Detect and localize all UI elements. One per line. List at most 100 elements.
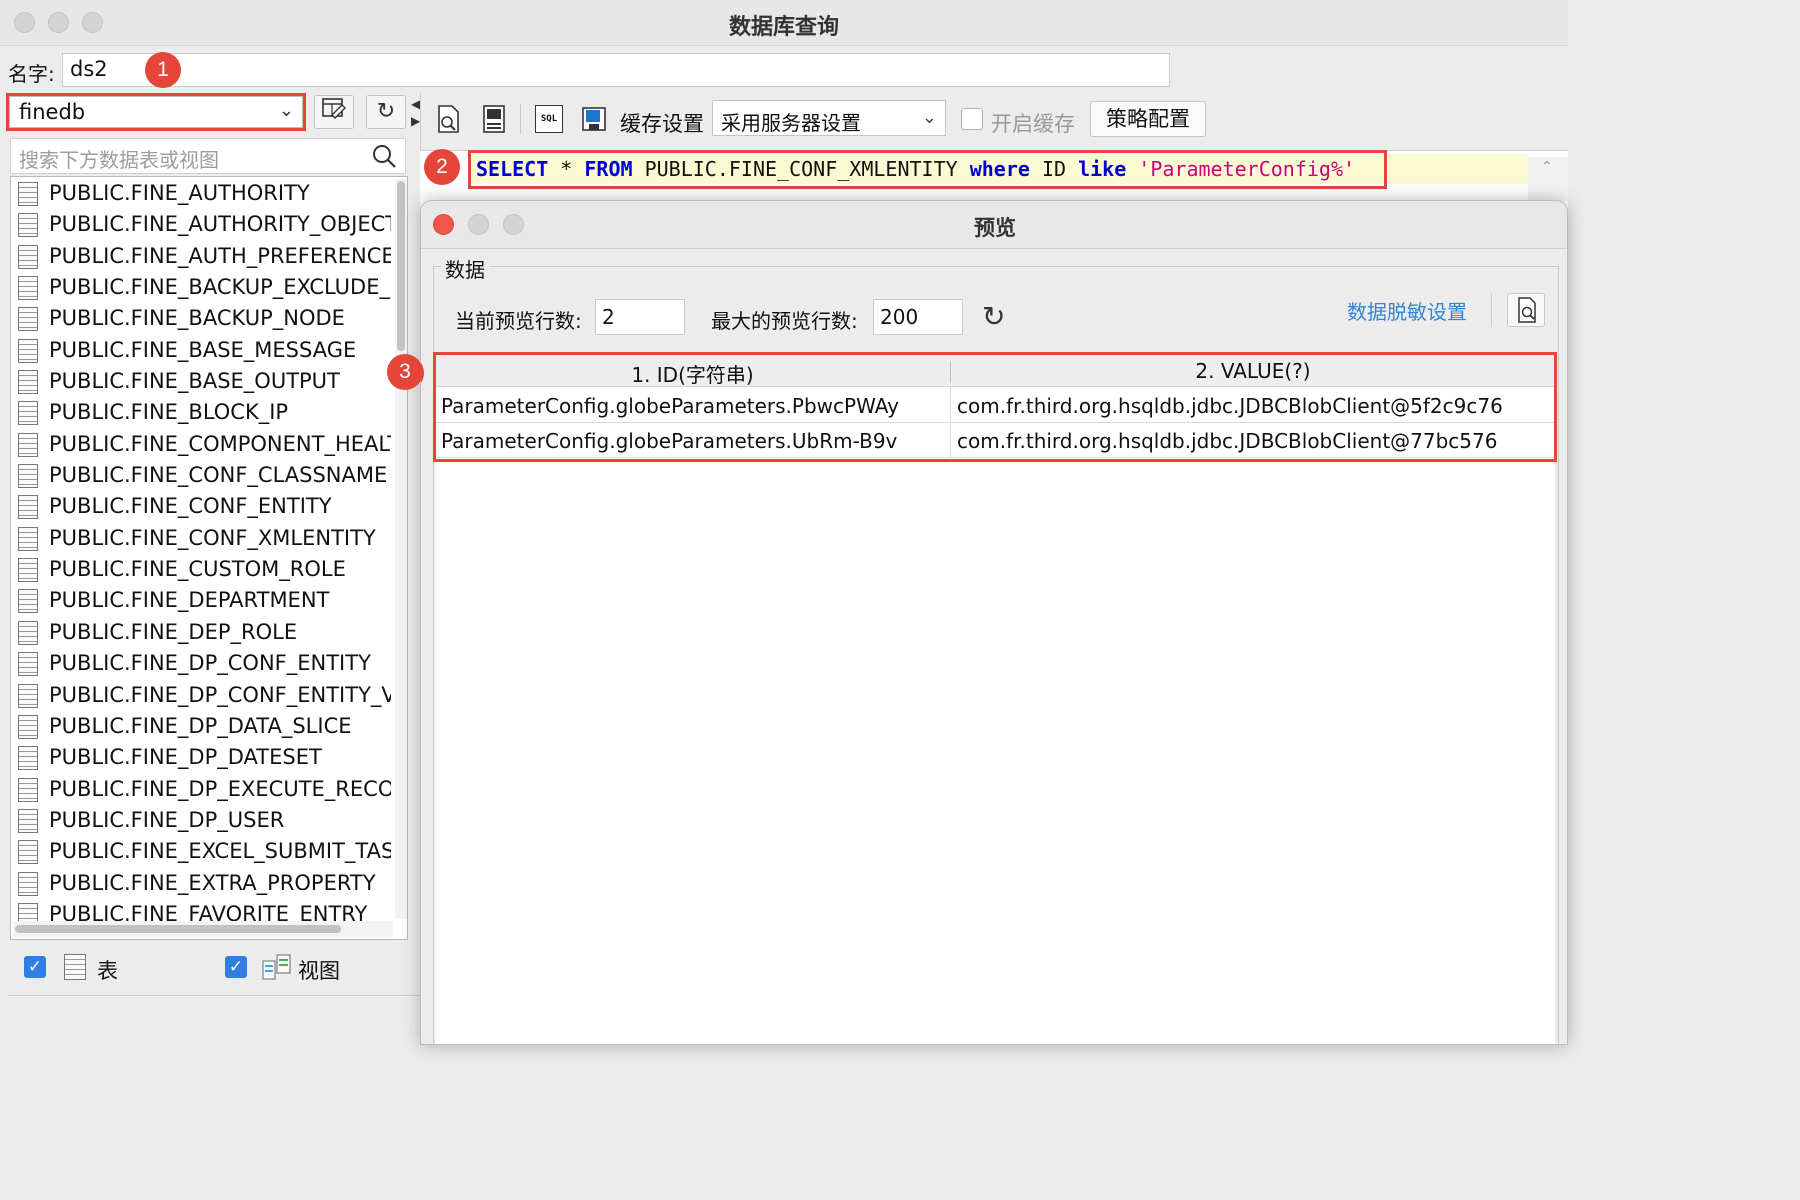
sql-editor-scrollbar[interactable]: ⌃ [1528, 157, 1568, 201]
enable-cache-checkbox[interactable] [961, 108, 983, 130]
table-name: PUBLIC.FINE_EXCEL_SUBMIT_TASK [49, 839, 391, 864]
table-icon [18, 840, 38, 865]
table-icon [18, 589, 38, 614]
table-name: PUBLIC.FINE_CUSTOM_ROLE [49, 557, 346, 582]
step-badge-1: 1 [145, 52, 181, 88]
table-icon [18, 683, 38, 708]
highlight-box-results [433, 352, 1557, 462]
table-list-item[interactable]: PUBLIC.FINE_AUTH_PREFERENCE [11, 240, 391, 271]
view-icon [262, 954, 291, 980]
current-rows-label: 当前预览行数: [455, 309, 582, 333]
preview-doc-icon [1518, 297, 1536, 323]
name-input[interactable]: ds2 [62, 53, 1170, 87]
table-list-hscrollbar[interactable] [13, 921, 393, 937]
table-name: PUBLIC.FINE_EXTRA_PROPERTY [49, 870, 376, 895]
table-list-vscrollbar[interactable] [395, 179, 407, 919]
vscroll-thumb[interactable] [397, 181, 405, 351]
table-icon [18, 871, 38, 896]
table-search-input[interactable]: 搜索下方数据表或视图 [10, 138, 406, 174]
table-icon [18, 432, 38, 457]
table-name: PUBLIC.FINE_DEPARTMENT [49, 588, 330, 613]
table-icon [18, 182, 38, 206]
table-list-item[interactable]: PUBLIC.FINE_BACKUP_EXCLUDE_ENTITY [11, 271, 391, 302]
window-title: 数据库查询 [728, 15, 839, 40]
sql-file-icon[interactable] [480, 104, 508, 134]
table-icon [18, 244, 38, 269]
table-list-item[interactable]: PUBLIC.FINE_EXCEL_SUBMIT_TASK [11, 835, 391, 866]
view-filter-checkbox[interactable]: ✓ [225, 956, 247, 978]
table-name: PUBLIC.FINE_CONF_XMLENTITY [49, 525, 376, 550]
table-list-item[interactable]: PUBLIC.FINE_CUSTOM_ROLE [11, 553, 391, 584]
table-list-item[interactable]: PUBLIC.FINE_BASE_MESSAGE [11, 334, 391, 365]
table-icon [18, 652, 38, 677]
preview-title: 预览 [974, 216, 1016, 240]
table-list-item[interactable]: PUBLIC.FINE_DEP_ROLE [11, 616, 391, 647]
table-icon [18, 526, 38, 551]
table-name: PUBLIC.FINE_CONF_ENTITY [49, 494, 332, 519]
table-list-item[interactable]: PUBLIC.FINE_EXTRA_PROPERTY [11, 867, 391, 898]
table-list-item[interactable]: PUBLIC.FINE_BLOCK_IP [11, 396, 391, 427]
table-list-item[interactable]: PUBLIC.FINE_CONF_CLASSNAME [11, 459, 391, 490]
refresh-preview-icon[interactable]: ↻ [982, 300, 1005, 333]
table-list-item[interactable]: PUBLIC.FINE_DP_DATA_SLICE [11, 710, 391, 741]
table-name: PUBLIC.FINE_DP_DATA_SLICE [49, 713, 352, 738]
table-icon [18, 495, 38, 520]
edit-connection-button[interactable] [314, 95, 354, 129]
table-list-item[interactable]: PUBLIC.FINE_DP_DATESET [11, 741, 391, 772]
table-list-item[interactable]: PUBLIC.FINE_DP_EXECUTE_RECORD [11, 773, 391, 804]
table-list-item[interactable]: PUBLIC.FINE_DP_CONF_ENTITY [11, 647, 391, 678]
refresh-button[interactable]: ↻ [366, 95, 406, 129]
table-list-item[interactable]: PUBLIC.FINE_DEPARTMENT [11, 584, 391, 615]
table-name: PUBLIC.FINE_DEP_ROLE [49, 619, 298, 644]
table-filter-checkbox[interactable]: ✓ [24, 956, 46, 978]
export-preview-button[interactable] [1507, 293, 1545, 327]
search-icon[interactable] [371, 143, 397, 169]
view-filter-label: 视图 [298, 959, 340, 983]
table-list-item[interactable]: PUBLIC.FINE_AUTHORITY_OBJECT [11, 208, 391, 239]
table-icon [18, 276, 38, 301]
table-name: PUBLIC.FINE_BASE_OUTPUT [49, 369, 340, 394]
table-icon [18, 464, 38, 489]
table-list-item[interactable]: PUBLIC.FINE_CONF_ENTITY [11, 490, 391, 521]
current-rows-input[interactable]: 2 [595, 299, 685, 335]
table-list-item[interactable]: PUBLIC.FINE_COMPONENT_HEALTH [11, 428, 391, 459]
preview-doc-icon[interactable] [434, 104, 462, 134]
table-list-item[interactable]: PUBLIC.FINE_DP_CONF_ENTITY_VALUE [11, 679, 391, 710]
table-name: PUBLIC.FINE_DP_CONF_ENTITY [49, 651, 371, 676]
edit-connection-icon [322, 98, 346, 119]
table-icon [18, 370, 38, 395]
max-rows-input[interactable]: 200 [873, 299, 963, 335]
sql-format-icon[interactable]: SQL [535, 105, 563, 133]
table-list-item[interactable]: PUBLIC.FINE_CONF_XMLENTITY [11, 522, 391, 553]
cache-save-icon[interactable] [580, 104, 608, 134]
highlight-box-datasource [6, 93, 306, 131]
table-list-item[interactable]: PUBLIC.FINE_BACKUP_NODE [11, 302, 391, 333]
policy-config-button[interactable]: 策略配置 [1090, 101, 1206, 137]
refresh-icon: ↻ [376, 99, 396, 124]
title-bar: 数据库查询 [0, 0, 1568, 46]
data-masking-link[interactable]: 数据脱敏设置 [1347, 296, 1467, 325]
cache-settings-label: 缓存设置 [620, 112, 704, 136]
max-rows-label: 最大的预览行数: [711, 309, 858, 333]
cache-mode-select[interactable]: 采用服务器设置 ⌄ [712, 100, 946, 136]
preview-dialog: 预览 数据 当前预览行数: 2 最大的预览行数: 200 ↻ 数据脱敏设置 1.… [420, 200, 1568, 1045]
table-list-item[interactable]: PUBLIC.FINE_BASE_OUTPUT [11, 365, 391, 396]
table-name: PUBLIC.FINE_BACKUP_EXCLUDE_ENTITY [49, 275, 391, 300]
table-list[interactable]: PUBLIC.FINE_AUTHORITY PUBLIC.FINE_AUTHORI… [10, 176, 408, 940]
table-name: PUBLIC.FINE_BACKUP_NODE [49, 306, 345, 331]
enable-cache-label: 开启缓存 [991, 112, 1075, 136]
table-icon [64, 954, 86, 980]
table-name: PUBLIC.FINE_CONF_CLASSNAME [49, 463, 388, 488]
hscroll-thumb[interactable] [15, 925, 341, 933]
highlight-box-sql [468, 150, 1387, 189]
table-name: PUBLIC.FINE_DP_USER [49, 807, 285, 832]
table-name: PUBLIC.FINE_AUTHORITY [49, 181, 310, 205]
table-name: PUBLIC.FINE_AUTH_PREFERENCE [49, 243, 391, 268]
table-name: PUBLIC.FINE_DP_EXECUTE_RECORD [49, 776, 391, 801]
chevron-down-icon: ⌄ [921, 107, 937, 128]
collapse-arrows-icon[interactable]: ◀ ▶ [411, 96, 420, 130]
table-icon [18, 401, 38, 426]
toolbar-separator [1491, 293, 1492, 327]
table-list-item[interactable]: PUBLIC.FINE_AUTHORITY [11, 177, 391, 208]
table-list-item[interactable]: PUBLIC.FINE_DP_USER [11, 804, 391, 835]
